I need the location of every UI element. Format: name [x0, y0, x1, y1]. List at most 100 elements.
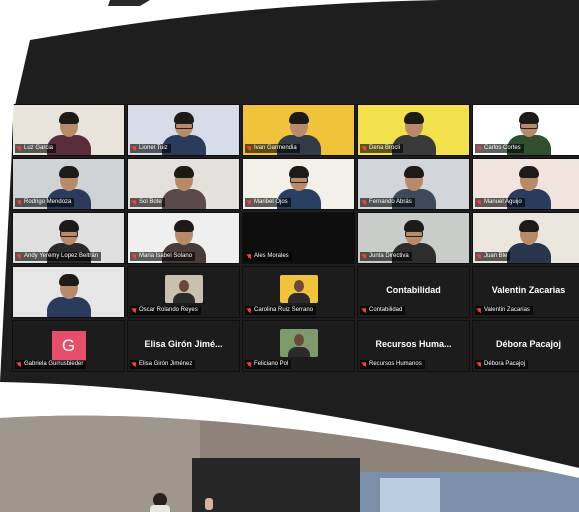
participant-name: Recursos Humanos	[369, 361, 422, 367]
participant-tile[interactable]: Maribel Ojos	[242, 158, 355, 210]
participant-tile[interactable]: Recursos Huma... Recursos Humanos	[357, 320, 470, 372]
participant-name-label: Carolina Ruiz Serrano	[245, 306, 317, 315]
mic-muted-icon	[17, 199, 22, 206]
person-hair	[58, 166, 79, 178]
participant-name: Maria Isabel Solano	[139, 253, 193, 259]
glasses	[59, 231, 78, 237]
mic-muted-icon	[247, 199, 252, 206]
participant-tile[interactable]: Lionel Tuiz	[127, 104, 240, 156]
person-hair	[173, 220, 194, 232]
mic-muted-icon	[132, 307, 137, 314]
participant-display-name: Elisa Girón Jimé...	[144, 339, 223, 349]
participant-name-label: Sol Bote	[130, 198, 165, 207]
participant-tile[interactable]	[12, 266, 125, 318]
participant-name: Rodrigo Mendoza	[24, 199, 72, 205]
profile-picture	[164, 275, 203, 303]
participant-tile[interactable]: Débora Pacajoj Débora Pacajoj	[472, 320, 579, 372]
person-hair	[58, 274, 79, 286]
participant-tile[interactable]: Ales Morales	[242, 212, 355, 264]
participant-display-name: Débora Pacajoj	[495, 339, 562, 349]
participant-tile[interactable]: Sol Bote	[127, 158, 240, 210]
participant-name-label: Andy Yeremy Lopez Beltrán	[15, 252, 102, 261]
participant-name-label: Maribel Ojos	[245, 198, 291, 207]
profile-body	[172, 293, 195, 303]
participant-name-label: Feliciano Pol	[245, 360, 292, 369]
mic-muted-icon	[247, 361, 252, 368]
profile-face	[293, 334, 304, 346]
mic-muted-icon	[247, 253, 252, 260]
participant-name-label: Lionel Tuiz	[130, 144, 171, 153]
participant-tile[interactable]: Carlos Cortes	[472, 104, 579, 156]
person-torso	[46, 297, 91, 317]
mic-muted-icon	[17, 361, 22, 368]
glasses	[174, 123, 193, 129]
person-hair	[403, 166, 424, 178]
participant-tile[interactable]: Contabilidad Contabilidad	[357, 266, 470, 318]
participant-name: Feliciano Pol	[254, 361, 289, 367]
participant-name: Gabriela Gurrusbieder	[24, 361, 84, 367]
participant-name-label: Contabilidad	[360, 306, 406, 315]
participant-name-label: Manuel Aguijo	[475, 198, 525, 207]
participant-name: Sol Bote	[139, 199, 162, 205]
participant-name-label: Elisa Girón Jiménez	[130, 360, 196, 369]
participant-name-label: Valentin Zacarias	[475, 306, 533, 315]
participant-tile[interactable]: Andy Yeremy Lopez Beltrán	[12, 212, 125, 264]
mic-muted-icon	[477, 307, 482, 314]
glasses	[519, 123, 538, 129]
mic-muted-icon	[362, 361, 367, 368]
participant-tile[interactable]: Valentin Zacarias Valentin Zacarias	[472, 266, 579, 318]
participant-tile[interactable]: Elisa Girón Jimé... Elisa Girón Jiménez	[127, 320, 240, 372]
person-hair	[288, 112, 309, 124]
participant-tile[interactable]: Junta Directiva	[357, 212, 470, 264]
participant-tile[interactable]: Manuel Aguijo	[472, 158, 579, 210]
profile-picture	[279, 275, 318, 303]
participant-name-label: Junta Directiva	[360, 252, 412, 261]
participant-tile[interactable]: Oscar Rolando Reyes	[127, 266, 240, 318]
participant-tile[interactable]: Feliciano Pol	[242, 320, 355, 372]
participant-name: Ales Morales	[254, 253, 289, 259]
participant-tile[interactable]: Luz Garcia	[12, 104, 125, 156]
participant-name: Carlos Cortes	[484, 145, 521, 151]
participant-name-label: Juan Ble	[475, 252, 511, 261]
participant-tile[interactable]: Maria Isabel Solano	[127, 212, 240, 264]
participant-name: Valentin Zacarias	[484, 307, 530, 313]
participant-name-label: Ales Morales	[245, 252, 292, 261]
mic-muted-icon	[132, 361, 137, 368]
participant-name-label: Débora Pacajoj	[475, 360, 529, 369]
participant-gallery: Luz Garcia Lionel Tuiz Ivan Garmendia Dena …	[12, 104, 579, 372]
mic-muted-icon	[132, 145, 137, 152]
person-hair	[58, 112, 79, 124]
participant-display-name: Valentin Zacarias	[491, 285, 566, 295]
participant-name-label: Oscar Rolando Reyes	[130, 306, 201, 315]
person-torso	[161, 189, 206, 209]
participant-tile[interactable]: Ivan Garmendia	[242, 104, 355, 156]
participant-name-label: Luz Garcia	[15, 144, 57, 153]
participant-name: Elisa Girón Jiménez	[139, 361, 193, 367]
participant-tile[interactable]: Dena Brocli	[357, 104, 470, 156]
mic-muted-icon	[362, 253, 367, 260]
participant-tile[interactable]: Juan Ble	[472, 212, 579, 264]
participant-name-label: Carlos Cortes	[475, 144, 524, 153]
mic-muted-icon	[17, 253, 22, 260]
glasses	[404, 231, 423, 237]
participant-name-label: Ivan Garmendia	[245, 144, 300, 153]
participant-tile[interactable]: Rodrigo Mendoza	[12, 158, 125, 210]
participant-video-feed	[506, 217, 551, 263]
participant-name: Juan Ble	[484, 253, 508, 259]
participant-name-label: Recursos Humanos	[360, 360, 425, 369]
glasses	[289, 177, 308, 183]
mic-muted-icon	[17, 145, 22, 152]
participant-name-label: Fernando Abrás	[360, 198, 415, 207]
participant-video-feed	[46, 271, 91, 317]
mic-muted-icon	[477, 253, 482, 260]
mic-muted-icon	[477, 199, 482, 206]
mic-muted-icon	[247, 307, 252, 314]
participant-tile[interactable]: G Gabriela Gurrusbieder	[12, 320, 125, 372]
participant-tile[interactable]: Fernando Abrás	[357, 158, 470, 210]
mic-muted-icon	[477, 145, 482, 152]
profile-face	[178, 280, 189, 292]
avatar: G	[51, 331, 86, 361]
participant-name-label: Rodrigo Mendoza	[15, 198, 75, 207]
mic-muted-icon	[362, 145, 367, 152]
participant-tile[interactable]: Carolina Ruiz Serrano	[242, 266, 355, 318]
